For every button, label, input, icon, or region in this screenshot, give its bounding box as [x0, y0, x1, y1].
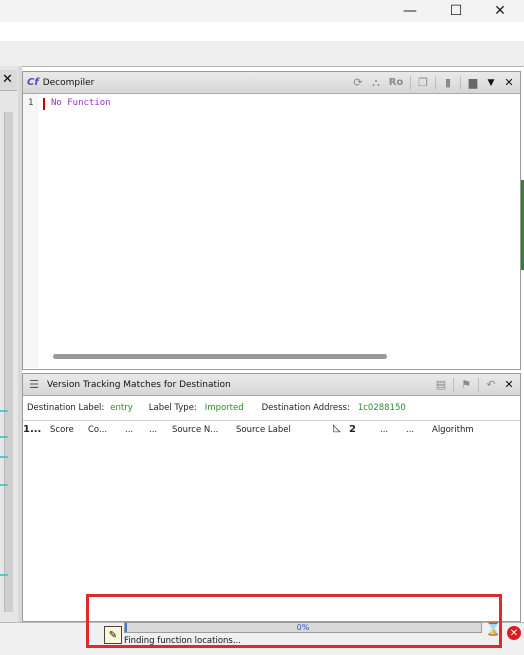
- minimize-button[interactable]: —: [388, 0, 432, 22]
- vt-title: Version Tracking Matches for Destination: [47, 379, 231, 390]
- refresh-icon[interactable]: ⟳: [351, 76, 365, 90]
- decompiler-panel: Cf Decompiler ⟳ ⛬ Ro ❐ ▮ ▆ ▼ ✕ 1 No Func…: [22, 71, 521, 370]
- maximize-button[interactable]: ☐: [434, 0, 478, 22]
- column-header[interactable]: Score: [50, 425, 74, 435]
- list-icon: ☰: [29, 378, 39, 391]
- ro-icon[interactable]: Ro: [387, 76, 405, 90]
- line-number-gutter: 1: [23, 94, 38, 368]
- column-header[interactable]: ...: [406, 425, 414, 435]
- left-panel-header: ✕: [0, 70, 17, 91]
- destination-address-value: 1c0288150: [357, 403, 406, 413]
- column-header[interactable]: 1...: [23, 424, 41, 435]
- column-header[interactable]: ...: [380, 425, 388, 435]
- decompiler-title: Decompiler: [42, 77, 95, 88]
- left-panel-close-icon[interactable]: ✕: [2, 72, 13, 87]
- horizontal-scrollbar[interactable]: [53, 354, 387, 359]
- decompiler-close-icon[interactable]: ✕: [502, 76, 516, 90]
- column-header[interactable]: Source Label: [236, 425, 291, 435]
- menu-icon[interactable]: ▼: [484, 76, 498, 90]
- vt-close-icon[interactable]: ✕: [502, 378, 516, 392]
- copy-icon[interactable]: ❐: [416, 76, 430, 90]
- column-header[interactable]: Co...: [88, 425, 107, 435]
- listing-marker: [0, 410, 8, 412]
- table-icon[interactable]: ▤: [434, 378, 448, 392]
- listing-marker: [0, 484, 8, 486]
- listing-marker: [0, 574, 8, 576]
- label-type-caption: Label Type:: [148, 403, 197, 413]
- match-table-header: 1... Score Co... ... ... Source N... Sou…: [23, 420, 520, 442]
- maximize-icon: ☐: [449, 3, 463, 19]
- graph-icon[interactable]: ⛬: [369, 76, 383, 90]
- column-header[interactable]: 2: [349, 424, 356, 435]
- column-header[interactable]: Algorithm: [432, 425, 474, 435]
- delete-icon[interactable]: ▮: [441, 76, 455, 90]
- decompiler-header: Cf Decompiler ⟳ ⛬ Ro ❐ ▮ ▆ ▼ ✕: [23, 72, 520, 94]
- snapshot-icon[interactable]: ▆: [466, 76, 480, 90]
- close-icon: ✕: [494, 3, 506, 19]
- undo-icon[interactable]: ↶: [484, 378, 498, 392]
- sort-icon: ◺: [333, 423, 341, 434]
- close-window-button[interactable]: ✕: [478, 0, 522, 22]
- flag-icon[interactable]: ⚑: [459, 378, 473, 392]
- cancel-icon[interactable]: ✕: [507, 626, 521, 640]
- column-header[interactable]: ...: [149, 425, 157, 435]
- match-table-body[interactable]: [23, 441, 520, 619]
- text-cursor: [43, 98, 45, 110]
- left-panel-scrollbar[interactable]: [4, 112, 13, 612]
- version-tracking-panel: ☰ Version Tracking Matches for Destinati…: [22, 373, 521, 622]
- listing-marker: [0, 456, 8, 458]
- minimize-icon: —: [403, 3, 417, 19]
- decompiled-code-line[interactable]: No Function: [51, 98, 111, 108]
- listing-marker: [0, 436, 8, 438]
- vt-header: ☰ Version Tracking Matches for Destinati…: [23, 374, 520, 396]
- line-number: 1: [28, 98, 34, 108]
- menu-bar: [0, 41, 524, 67]
- destination-label-caption: Destination Label:: [27, 403, 105, 413]
- highlight-box: [86, 594, 502, 648]
- column-header[interactable]: ...: [125, 425, 133, 435]
- toolbar: [0, 22, 524, 42]
- destination-label-value: entry: [110, 403, 133, 413]
- label-type-value: Imported: [204, 403, 244, 413]
- decompiler-icon: Cf: [27, 77, 39, 88]
- column-header[interactable]: Source N...: [172, 425, 218, 435]
- destination-address-caption: Destination Address:: [261, 403, 350, 413]
- destination-info: Destination Label: entry Label Type: Imp…: [23, 396, 520, 420]
